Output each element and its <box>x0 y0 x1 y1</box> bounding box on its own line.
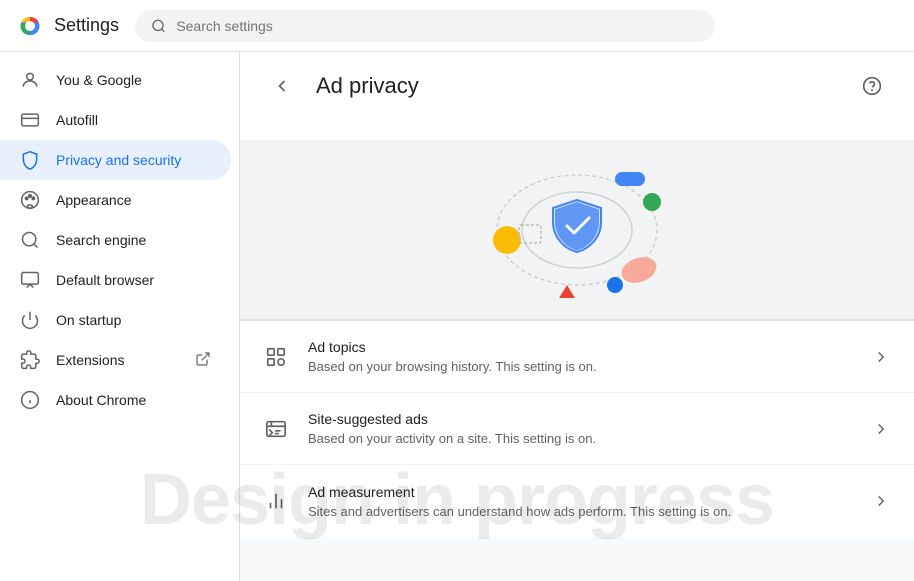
sidebar-item-autofill[interactable]: Autofill <box>0 100 231 140</box>
back-button[interactable] <box>264 68 300 104</box>
sidebar-item-about-chrome[interactable]: About Chrome <box>0 380 231 420</box>
ad-topics-icon <box>264 345 288 369</box>
help-button[interactable] <box>854 68 890 104</box>
ad-measurement-description: Sites and advertisers can understand how… <box>308 504 852 519</box>
info-icon <box>20 390 40 410</box>
external-link-icon <box>195 351 211 370</box>
palette-icon <box>20 190 40 210</box>
ad-topics-row[interactable]: Ad topics Based on your browsing history… <box>240 321 914 393</box>
ad-privacy-illustration <box>467 150 687 310</box>
sidebar-label-extensions: Extensions <box>56 352 179 368</box>
main-layout: You & Google Autofill Privacy and securi… <box>0 52 914 581</box>
browser-icon <box>20 270 40 290</box>
app-title: Settings <box>16 12 119 40</box>
search-bar[interactable] <box>135 10 715 42</box>
autofill-icon <box>20 110 40 130</box>
sidebar-item-default-browser[interactable]: Default browser <box>0 260 231 300</box>
site-suggested-ads-text: Site-suggested ads Based on your activit… <box>308 411 852 446</box>
sidebar-label-on-startup: On startup <box>56 312 211 328</box>
ad-measurement-row[interactable]: Ad measurement Sites and advertisers can… <box>240 465 914 537</box>
page-header: Ad privacy <box>240 52 914 120</box>
site-suggested-ads-icon <box>264 417 288 441</box>
hero-illustration <box>240 140 914 320</box>
site-suggested-ads-row[interactable]: Site-suggested ads Based on your activit… <box>240 393 914 465</box>
search-engine-icon <box>20 230 40 250</box>
sidebar-label-autofill: Autofill <box>56 112 211 128</box>
settings-rows-container: Ad topics Based on your browsing history… <box>240 320 914 537</box>
person-icon <box>20 70 40 90</box>
ad-topics-text: Ad topics Based on your browsing history… <box>308 339 852 374</box>
sidebar-item-on-startup[interactable]: On startup <box>0 300 231 340</box>
puzzle-icon <box>20 350 40 370</box>
sidebar-label-appearance: Appearance <box>56 192 211 208</box>
ad-topics-title: Ad topics <box>308 339 852 355</box>
search-icon <box>151 18 166 34</box>
sidebar-label-default-browser: Default browser <box>56 272 211 288</box>
search-input[interactable] <box>176 18 699 34</box>
sidebar-item-extensions[interactable]: Extensions <box>0 340 231 380</box>
site-suggested-ads-title: Site-suggested ads <box>308 411 852 427</box>
page-header-left: Ad privacy <box>264 68 419 104</box>
ad-measurement-title: Ad measurement <box>308 484 852 500</box>
site-suggested-ads-chevron-icon <box>872 420 890 438</box>
power-icon <box>20 310 40 330</box>
sidebar-item-search-engine[interactable]: Search engine <box>0 220 231 260</box>
ad-topics-description: Based on your browsing history. This set… <box>308 359 852 374</box>
ad-measurement-text: Ad measurement Sites and advertisers can… <box>308 484 852 519</box>
sidebar: You & Google Autofill Privacy and securi… <box>0 52 240 581</box>
settings-card: Ad privacy <box>240 52 914 537</box>
sidebar-label-you-google: You & Google <box>56 72 211 88</box>
ad-measurement-icon <box>264 489 288 513</box>
chrome-logo-icon <box>16 12 44 40</box>
ad-topics-chevron-icon <box>872 348 890 366</box>
site-suggested-ads-description: Based on your activity on a site. This s… <box>308 431 852 446</box>
sidebar-label-search-engine: Search engine <box>56 232 211 248</box>
sidebar-item-privacy-security[interactable]: Privacy and security <box>0 140 231 180</box>
ad-measurement-chevron-icon <box>872 492 890 510</box>
sidebar-item-appearance[interactable]: Appearance <box>0 180 231 220</box>
sidebar-item-you-google[interactable]: You & Google <box>0 60 231 100</box>
page-title: Ad privacy <box>316 73 419 99</box>
sidebar-label-about-chrome: About Chrome <box>56 392 211 408</box>
settings-title: Settings <box>54 15 119 36</box>
top-bar: Settings <box>0 0 914 52</box>
shield-icon <box>20 150 40 170</box>
content-area: Ad privacy <box>240 52 914 581</box>
sidebar-label-privacy-security: Privacy and security <box>56 152 211 168</box>
